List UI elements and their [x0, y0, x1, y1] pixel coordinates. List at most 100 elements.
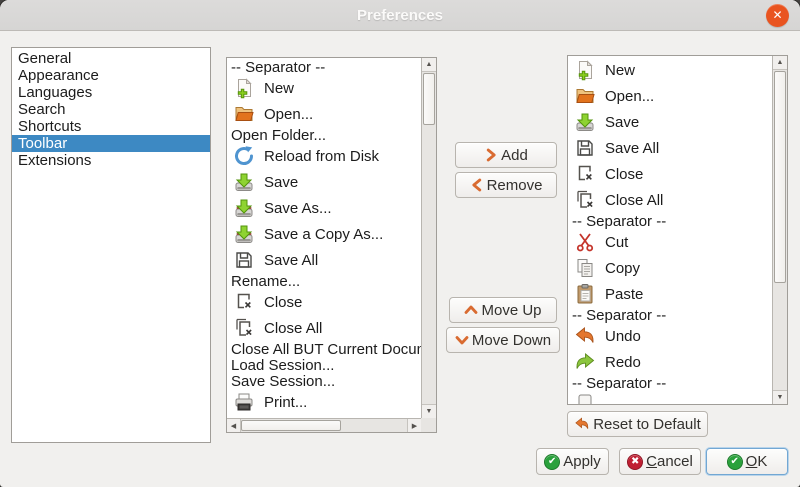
sidebar-item-shortcuts[interactable]: Shortcuts	[12, 118, 210, 135]
current-toolbar-list[interactable]: New Open...Save Save All Close Close All -- S…	[567, 55, 788, 405]
list-item-label: New	[605, 62, 635, 79]
list-item-rename[interactable]: Rename...	[227, 273, 421, 289]
list-item-separator[interactable]: -- Separator --	[568, 375, 772, 391]
list-item-reload-from-disk[interactable]: Reload from Disk	[227, 143, 421, 169]
list-item-open[interactable]: Open...	[227, 101, 421, 127]
undo-arrow-icon	[574, 416, 590, 432]
vertical-scroll-thumb[interactable]	[423, 73, 435, 125]
list-item-separator[interactable]: -- Separator --	[568, 213, 772, 229]
ok-button[interactable]: ✔ OK	[706, 448, 788, 475]
cancel-button[interactable]: ✖ Cancel	[619, 448, 701, 475]
titlebar[interactable]: Preferences ✕	[0, 0, 800, 31]
sidebar-item-languages[interactable]: Languages	[12, 84, 210, 101]
window-title: Preferences	[0, 0, 800, 31]
scroll-right-arrow-icon[interactable]: ▶	[407, 419, 421, 432]
list-item-save-as[interactable]: Save As...	[227, 195, 421, 221]
add-button-label: Add	[501, 147, 528, 164]
list-item-save-a-copy-as[interactable]: Save a Copy As...	[227, 221, 421, 247]
list-item-label: New	[264, 80, 294, 97]
list-item-label: Paste	[605, 286, 643, 303]
sidebar-item-extensions[interactable]: Extensions	[12, 152, 210, 169]
list-item-label: Save All	[605, 140, 659, 157]
list-item-label: Save As...	[264, 200, 332, 217]
list-item-undo[interactable]: Undo	[568, 323, 772, 349]
list-item-cut[interactable]: Cut	[568, 229, 772, 255]
list-item-load-session[interactable]: Load Session...	[227, 357, 421, 373]
list-item-label: Close All BUT Current Document	[231, 341, 421, 358]
save-as-icon	[233, 197, 255, 219]
list-item-close-all[interactable]: Close All	[568, 187, 772, 213]
list-item-close-all[interactable]: Close All	[227, 315, 421, 341]
reset-to-default-button[interactable]: Reset to Default	[567, 411, 708, 437]
move-down-button[interactable]: Move Down	[446, 327, 560, 353]
move-up-button[interactable]: Move Up	[449, 297, 557, 323]
list-item-save-session[interactable]: Save Session...	[227, 373, 421, 389]
list-item-save[interactable]: Save	[227, 169, 421, 195]
save-as-icon	[233, 223, 255, 245]
list-item-close[interactable]: Close	[568, 161, 772, 187]
list-item-new[interactable]: New	[568, 57, 772, 83]
scroll-up-arrow-icon[interactable]: ▲	[773, 56, 787, 70]
category-list[interactable]: GeneralAppearanceLanguagesSearchShortcut…	[11, 47, 211, 443]
close-all-icon	[574, 189, 596, 211]
list-item-paste[interactable]: Paste	[568, 281, 772, 307]
list-item-separator[interactable]: -- Separator --	[568, 307, 772, 323]
list-item-close[interactable]: Close	[227, 289, 421, 315]
new-document-icon	[574, 59, 596, 81]
available-items-list[interactable]: -- Separator --NewOpen...Open Folder...R…	[226, 57, 437, 433]
list-item-save-all[interactable]: Save All	[227, 247, 421, 273]
horizontal-scroll-thumb[interactable]	[241, 420, 341, 431]
list-item-label: Open Folder...	[231, 127, 326, 144]
scroll-left-arrow-icon[interactable]: ◀	[227, 419, 241, 432]
apply-button[interactable]: ✔ Apply	[536, 448, 609, 475]
copy-icon	[574, 257, 596, 279]
list-item-document[interactable]	[568, 391, 772, 404]
available-vertical-scrollbar[interactable]: ▲ ▼	[421, 58, 436, 418]
list-item-separator[interactable]: -- Separator --	[227, 59, 421, 75]
new-document-icon	[233, 77, 255, 99]
list-item-label: -- Separator --	[572, 375, 666, 392]
available-horizontal-scrollbar[interactable]: ◀ ▶	[227, 418, 421, 432]
document-icon	[574, 393, 596, 404]
sidebar-item-search[interactable]: Search	[12, 101, 210, 118]
scroll-down-arrow-icon[interactable]: ▼	[422, 404, 436, 418]
list-item-new[interactable]: New	[227, 75, 421, 101]
reload-icon	[233, 145, 255, 167]
list-item-save[interactable]: Save	[568, 109, 772, 135]
sidebar-item-general[interactable]: General	[12, 50, 210, 67]
apply-button-label: Apply	[563, 453, 601, 470]
list-item-label: Print...	[264, 394, 307, 411]
open-folder-icon	[233, 103, 255, 125]
list-item-print[interactable]: Print...	[227, 389, 421, 415]
list-item-label: Close	[264, 294, 302, 311]
window-close-button[interactable]: ✕	[766, 4, 789, 27]
save-all-icon	[574, 137, 596, 159]
scroll-down-arrow-icon[interactable]: ▼	[773, 390, 787, 404]
paste-icon	[574, 283, 596, 305]
toolbar-vertical-scrollbar[interactable]: ▲ ▼	[772, 56, 787, 404]
sidebar-item-appearance[interactable]: Appearance	[12, 67, 210, 84]
close-all-icon	[233, 317, 255, 339]
save-icon	[574, 111, 596, 133]
dialog-window: Preferences ✕ GeneralAppearanceLanguages…	[0, 0, 800, 487]
list-item-close-all-but-current-document[interactable]: Close All BUT Current Document	[227, 341, 421, 357]
list-item-label: Load Session...	[231, 357, 334, 374]
sidebar-item-toolbar[interactable]: Toolbar	[12, 135, 210, 152]
list-item-copy[interactable]: Copy	[568, 255, 772, 281]
vertical-scroll-thumb[interactable]	[774, 71, 786, 283]
list-item-label: Copy	[605, 260, 640, 277]
list-item-open[interactable]: Open...	[568, 83, 772, 109]
add-button[interactable]: Add	[455, 142, 557, 168]
check-circle-icon: ✔	[544, 454, 560, 470]
list-item-open-folder[interactable]: Open Folder...	[227, 127, 421, 143]
cross-circle-icon: ✖	[627, 454, 643, 470]
scroll-up-arrow-icon[interactable]: ▲	[422, 58, 436, 72]
list-item-label: Close All	[605, 192, 663, 209]
list-item-redo[interactable]: Redo	[568, 349, 772, 375]
check-circle-icon: ✔	[727, 454, 743, 470]
list-item-label: -- Separator --	[572, 213, 666, 230]
save-icon	[233, 171, 255, 193]
remove-button[interactable]: Remove	[455, 172, 557, 198]
list-item-label: Save a Copy As...	[264, 226, 383, 243]
list-item-save-all[interactable]: Save All	[568, 135, 772, 161]
